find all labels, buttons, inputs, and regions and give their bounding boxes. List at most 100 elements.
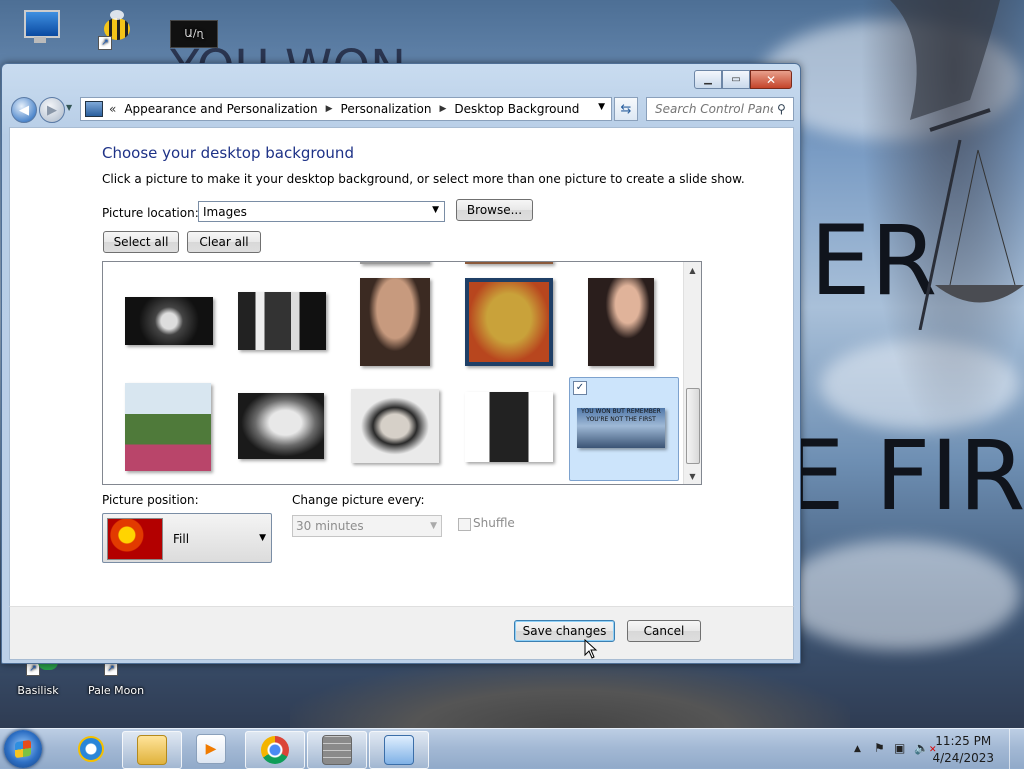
picture-location-label: Picture location: — [102, 206, 199, 220]
desktop-icon-pale-moon[interactable]: ↗ Pale Moon — [86, 662, 146, 697]
breadcrumb-overflow[interactable]: « — [109, 102, 116, 116]
breadcrumb-appearance-and-personalization[interactable]: Appearance and Personalization — [124, 102, 317, 116]
desktop-icon-terminal-shortcut[interactable]: Ա/ɳ — [164, 20, 224, 50]
picture-thumbnail[interactable] — [465, 392, 553, 462]
shuffle-label: Shuffle — [473, 516, 515, 530]
terminal-icon: Ա/ɳ — [170, 20, 218, 48]
scroll-up-icon[interactable]: ▲ — [684, 262, 701, 278]
caption-buttons: ▁ ▭ ✕ — [694, 70, 792, 89]
picture-thumbnail[interactable] — [465, 278, 553, 366]
taskbar-firewall[interactable] — [307, 731, 367, 769]
address-dropdown-icon[interactable]: ▼ — [598, 102, 605, 112]
close-icon: ✕ — [765, 72, 777, 87]
navigation-bar: ◀ ▶ ▼ « Appearance and Personalization ▶… — [8, 96, 794, 123]
bee-icon: ↗ — [96, 8, 136, 50]
back-arrow-icon: ◀ — [19, 102, 29, 118]
show-hidden-icons-icon[interactable]: ▲ — [854, 744, 861, 754]
back-button[interactable]: ◀ — [11, 97, 37, 123]
forward-button[interactable]: ▶ — [39, 97, 65, 123]
chevron-down-icon: ▼ — [432, 205, 439, 215]
picture-thumbnail: YOU WON BUT REMEMBER YOU'RE NOT THE FIRS… — [577, 408, 665, 448]
picture-position-select[interactable]: Fill ▼ — [102, 513, 272, 563]
minimize-icon: ▁ — [704, 74, 712, 85]
shuffle-checkbox[interactable] — [458, 518, 471, 531]
windows-logo-icon — [15, 739, 31, 759]
system-tray: ▲ ⚑ ▣ 🔈✕ 11:25 PM 4/24/2023 — [834, 729, 1024, 769]
gallery-scrollbar[interactable]: ▲ ▼ — [683, 262, 701, 484]
picture-checkbox[interactable]: ✓ — [573, 381, 587, 395]
maximize-button[interactable]: ▭ — [722, 70, 750, 89]
checkmark-icon: ✓ — [575, 382, 585, 393]
clear-all-button[interactable]: Clear all — [187, 231, 261, 253]
browse-button[interactable]: Browse... — [456, 199, 533, 221]
taskbar: ▶ ▲ ⚑ ▣ 🔈✕ 11:25 PM 4/24/2023 — [0, 728, 1024, 769]
search-box[interactable]: ⚲ — [646, 97, 794, 121]
change-picture-every-label: Change picture every: — [292, 493, 425, 507]
forward-arrow-icon: ▶ — [47, 102, 57, 118]
media-player-icon: ▶ — [196, 734, 226, 764]
picture-location-value: Images — [203, 204, 247, 219]
network-icon[interactable]: ▣ — [894, 741, 905, 755]
breadcrumb-desktop-background[interactable]: Desktop Background — [454, 102, 579, 116]
desktop-background-window: ▁ ▭ ✕ ◀ ▶ ▼ « Appearance and Personaliza… — [1, 63, 801, 664]
scroll-down-icon[interactable]: ▼ — [684, 468, 701, 484]
page-description: Click a picture to make it your desktop … — [102, 172, 745, 186]
refresh-icon: ⇆ — [620, 101, 632, 117]
close-button[interactable]: ✕ — [750, 70, 792, 89]
computer-icon — [20, 8, 60, 48]
picture-thumbnail[interactable] — [351, 389, 439, 463]
picture-thumbnail[interactable] — [125, 383, 211, 471]
internet-explorer-icon — [78, 736, 104, 762]
taskbar-internet-explorer[interactable] — [62, 731, 120, 767]
desktop-icon-computer[interactable] — [10, 8, 70, 50]
basilisk-icon: ↗ — [18, 662, 58, 682]
taskbar-chrome[interactable] — [245, 731, 305, 769]
change-interval-select[interactable]: 30 minutes ▼ — [292, 515, 442, 537]
picture-thumbnail[interactable] — [238, 393, 324, 459]
breadcrumb-personalization[interactable]: Personalization — [341, 102, 432, 116]
scrollbar-thumb[interactable] — [686, 388, 700, 464]
selected-picture-cell[interactable]: ✓ YOU WON BUT REMEMBER YOU'RE NOT THE FI… — [569, 377, 679, 481]
breadcrumb-separator-icon[interactable]: ▶ — [326, 104, 333, 114]
control-panel-icon — [384, 735, 414, 765]
folder-icon — [137, 735, 167, 765]
picture-thumbnail[interactable] — [125, 297, 213, 345]
clock-date: 4/24/2023 — [932, 751, 994, 765]
wallpaper-text-e-fir: E FIR — [784, 420, 1024, 532]
desktop-icon-bee-shortcut[interactable]: ↗ — [86, 8, 146, 50]
mouse-cursor-icon — [584, 639, 598, 659]
position-preview-image — [107, 518, 163, 560]
search-icon[interactable]: ⚲ — [777, 102, 786, 116]
picture-thumbnail[interactable] — [360, 262, 430, 264]
breadcrumb-separator-icon[interactable]: ▶ — [440, 104, 447, 114]
picture-position-label: Picture position: — [102, 493, 199, 507]
start-button[interactable] — [4, 730, 42, 768]
picture-position-value: Fill — [173, 532, 190, 546]
recent-pages-button[interactable]: ▼ — [66, 103, 72, 112]
action-center-flag-icon[interactable]: ⚑ — [874, 741, 885, 755]
picture-thumbnail[interactable] — [238, 292, 326, 350]
taskbar-file-explorer[interactable] — [122, 731, 182, 769]
minimize-button[interactable]: ▁ — [694, 70, 722, 89]
taskbar-control-panel[interactable] — [369, 731, 429, 769]
pale-moon-icon: ↗ — [96, 662, 136, 682]
picture-location-select[interactable]: Images ▼ — [198, 201, 445, 222]
clock[interactable]: 11:25 PM 4/24/2023 — [932, 733, 994, 767]
content-pane: Choose your desktop background Click a p… — [9, 127, 794, 608]
control-panel-icon — [85, 101, 103, 117]
chevron-down-icon: ▼ — [430, 521, 437, 531]
taskbar-media-player[interactable]: ▶ — [182, 731, 240, 767]
picture-thumbnail[interactable] — [465, 262, 553, 264]
picture-thumbnail[interactable] — [360, 278, 430, 366]
desktop-icon-basilisk[interactable]: ↗ Basilisk — [8, 662, 68, 697]
address-bar[interactable]: « Appearance and Personalization ▶ Perso… — [80, 97, 612, 121]
clock-time: 11:25 PM — [935, 734, 992, 748]
cancel-button[interactable]: Cancel — [627, 620, 701, 642]
search-input[interactable] — [653, 101, 775, 117]
save-changes-button[interactable]: Save changes — [514, 620, 615, 642]
select-all-button[interactable]: Select all — [103, 231, 179, 253]
refresh-button[interactable]: ⇆ — [614, 97, 638, 121]
picture-thumbnail[interactable] — [588, 278, 654, 366]
show-desktop-button[interactable] — [1009, 729, 1024, 769]
chrome-icon — [261, 736, 289, 764]
